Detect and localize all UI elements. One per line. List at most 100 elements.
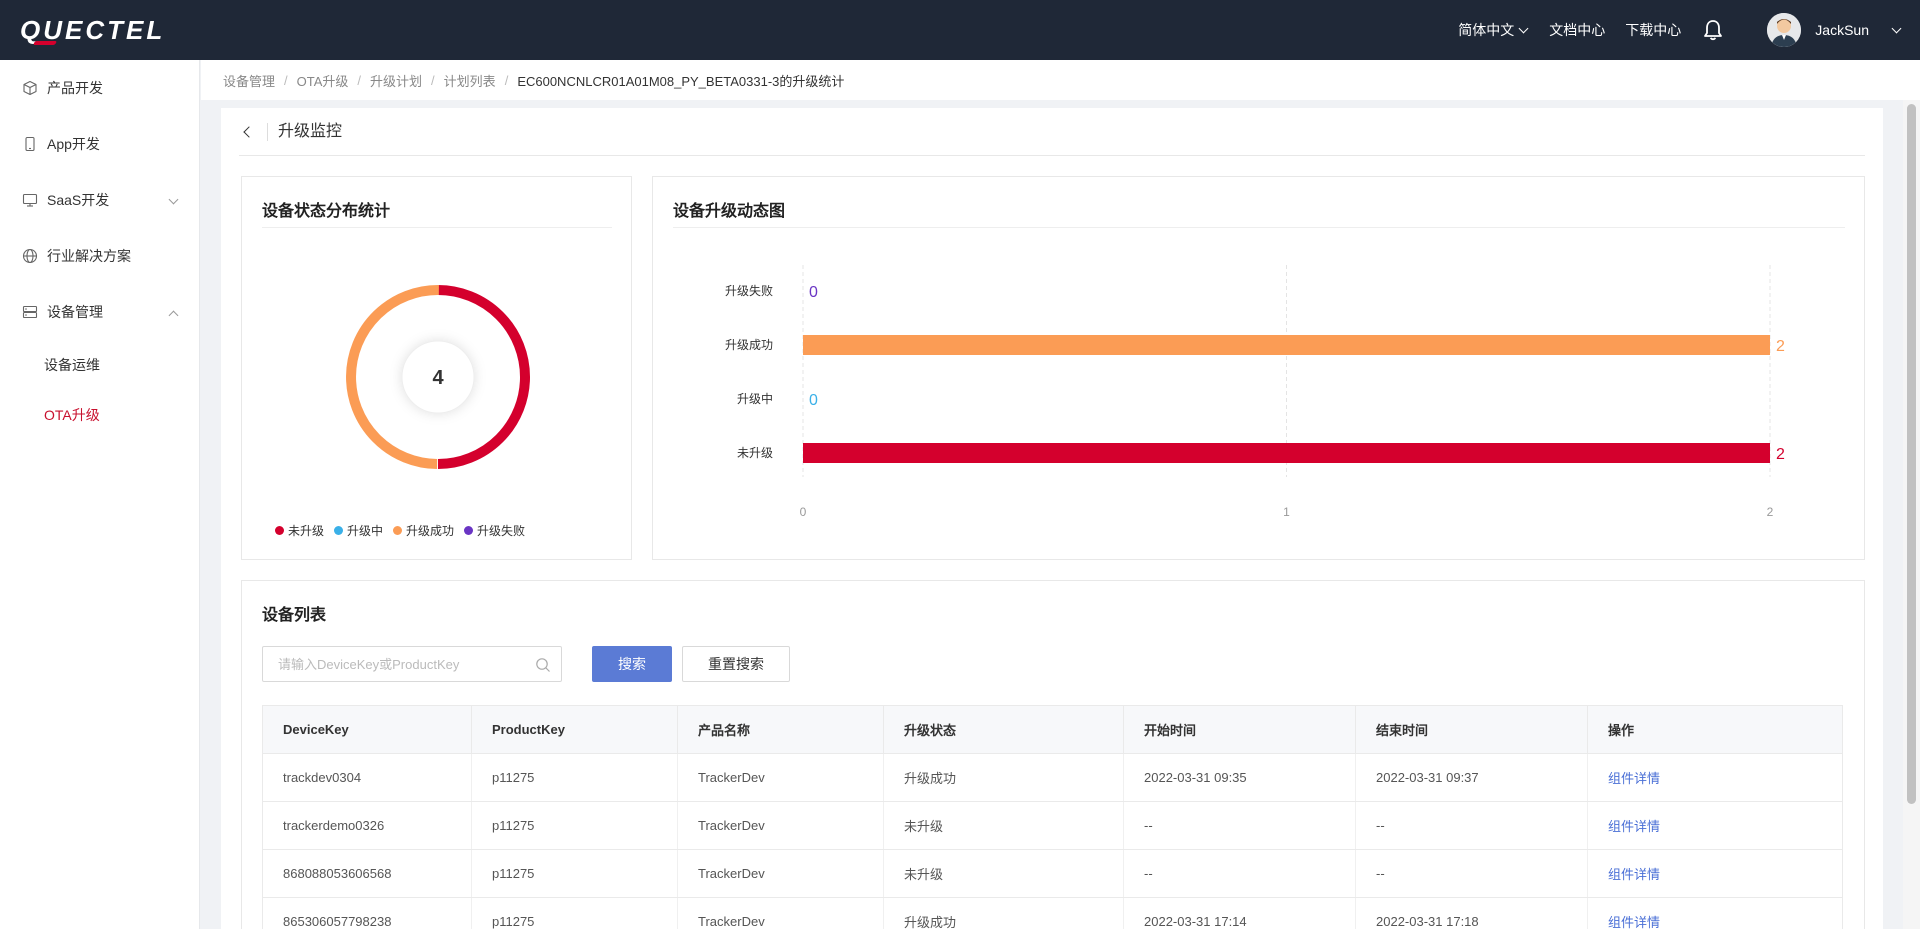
docs-center-link[interactable]: 文档中心 <box>1549 20 1605 40</box>
breadcrumb-item[interactable]: 计划列表 <box>444 71 496 90</box>
breadcrumb: 设备管理 / OTA升级 / 升级计划 / 计划列表 / EC600NCNLCR01A0… <box>201 60 1920 100</box>
bar-value-label: 2 <box>1776 338 1785 355</box>
sidebar-item-label: App开发 <box>47 136 100 152</box>
sidebar-item-industry-solutions[interactable]: 行业解决方案 <box>0 228 199 284</box>
legend-item[interactable]: 升级失败 <box>464 522 525 539</box>
sidebar-item-saas-dev[interactable]: SaaS开发 <box>0 172 199 228</box>
download-center-link[interactable]: 下载中心 <box>1625 20 1681 40</box>
legend-dot <box>275 526 284 535</box>
scrollbar-thumb[interactable] <box>1907 104 1916 804</box>
sidebar-subitem-label: 设备运维 <box>44 357 100 373</box>
cell-productkey: p11275 <box>471 849 678 898</box>
table-row: 868088053606568 p11275 TrackerDev 未升级 --… <box>262 849 1843 898</box>
legend-label: 升级失败 <box>477 524 526 538</box>
download-center-label: 下载中心 <box>1625 22 1682 38</box>
language-selector[interactable]: 简体中文 <box>1458 20 1529 40</box>
quectel-logo[interactable]: QUECTEL <box>20 15 165 46</box>
phone-icon <box>25 136 35 152</box>
page-scrollbar[interactable] <box>1903 100 1920 929</box>
sidebar-item-device-management[interactable]: 设备管理 <box>0 284 199 340</box>
bar-value-label: 2 <box>1776 446 1785 463</box>
username[interactable]: JackSun <box>1815 22 1869 38</box>
language-label: 简体中文 <box>1458 22 1515 38</box>
cell-start-time: -- <box>1123 849 1356 898</box>
sidebar-item-product-dev[interactable]: 产品开发 <box>0 60 199 116</box>
breadcrumb-separator: / <box>357 72 362 88</box>
logo-text: QUECTEL <box>20 14 166 45</box>
legend-item[interactable]: 未升级 <box>275 522 324 539</box>
sidebar-item-label: SaaS开发 <box>47 192 110 208</box>
column-header-product-name: 产品名称 <box>677 705 884 754</box>
category-label: 升级中 <box>737 391 773 406</box>
component-details-link[interactable]: 组件详情 <box>1608 819 1660 834</box>
component-details-link[interactable]: 组件详情 <box>1608 771 1660 786</box>
upgrade-bar-chart: 0 1 2 升级失败 0 升级成功 2 升级中 0 未升级 2 <box>725 265 1785 519</box>
server-icon <box>22 305 38 319</box>
monitor-icon <box>22 193 38 207</box>
column-header-productkey: ProductKey <box>471 705 678 754</box>
sidebar: 产品开发 App开发 SaaS开发 行业解决方案 设备管理 设备运维 OTA升级 <box>0 60 200 929</box>
breadcrumb-item[interactable]: 升级计划 <box>370 71 422 90</box>
notification-bell-icon[interactable] <box>1693 10 1733 50</box>
column-header-end-time: 结束时间 <box>1355 705 1588 754</box>
component-details-link[interactable]: 组件详情 <box>1608 867 1660 882</box>
search-field[interactable] <box>262 646 562 682</box>
legend-dot <box>393 526 403 535</box>
category-label: 升级失败 <box>725 283 773 298</box>
cell-status: 升级成功 <box>883 897 1124 929</box>
cell-productkey: p11275 <box>471 753 678 802</box>
cell-devicekey: 868088053606568 <box>262 849 472 898</box>
device-list-card: 设备列表 搜索 重置搜索 DeviceKey ProductKey 产品名称 升… <box>241 580 1865 929</box>
globe-icon <box>22 248 38 264</box>
sidebar-item-app-dev[interactable]: App开发 <box>0 116 199 172</box>
table-row: trackerdemo0326 p11275 TrackerDev 未升级 --… <box>262 801 1843 850</box>
cell-devicekey: trackerdemo0326 <box>262 801 472 850</box>
legend-item[interactable]: 升级中 <box>334 522 383 539</box>
component-details-link[interactable]: 组件详情 <box>1608 915 1660 929</box>
search-icon[interactable] <box>535 657 551 673</box>
table-row: trackdev0304 p11275 TrackerDev 升级成功 2022… <box>262 753 1843 802</box>
top-bar: QUECTEL 简体中文 文档中心 下载中心 JackSun <box>0 0 1920 60</box>
user-avatar[interactable] <box>1767 13 1802 47</box>
back-icon[interactable] <box>239 124 255 140</box>
search-button[interactable]: 搜索 <box>592 646 672 682</box>
legend-dot <box>464 526 474 535</box>
device-table: DeviceKey ProductKey 产品名称 升级状态 开始时间 结束时间… <box>262 705 1843 929</box>
docs-center-label: 文档中心 <box>1549 22 1606 38</box>
sidebar-subitem-ota-upgrade[interactable]: OTA升级 <box>0 390 199 440</box>
logo-swoosh <box>32 40 58 45</box>
chevron-up-icon <box>168 310 179 321</box>
cell-productkey: p11275 <box>471 897 678 929</box>
status-donut-chart: 4 <box>346 285 530 469</box>
chevron-down-icon <box>1518 23 1529 33</box>
category-label: 未升级 <box>737 446 773 460</box>
bar-未升级[interactable] <box>803 443 1770 463</box>
table-header-row: DeviceKey ProductKey 产品名称 升级状态 开始时间 结束时间… <box>262 705 1843 754</box>
sidebar-subitem-label: OTA升级 <box>44 407 100 423</box>
x-tick-label: 1 <box>1283 505 1290 519</box>
reset-search-button[interactable]: 重置搜索 <box>682 646 790 682</box>
cell-status: 未升级 <box>883 849 1124 898</box>
status-distribution-card: 设备状态分布统计 4 未升级 升级中 升级成功 升级失败 <box>241 176 632 560</box>
breadcrumb-item[interactable]: 设备管理 <box>223 71 275 90</box>
sidebar-item-label: 设备管理 <box>47 304 103 320</box>
cell-status: 升级成功 <box>883 753 1124 802</box>
user-menu-chevron-icon[interactable] <box>1891 23 1902 33</box>
donut-legend: 未升级 升级中 升级成功 升级失败 <box>275 522 535 539</box>
legend-label: 未升级 <box>288 524 325 538</box>
cell-start-time: 2022-03-31 09:35 <box>1123 753 1356 802</box>
column-header-actions: 操作 <box>1587 705 1843 754</box>
bar-升级成功[interactable] <box>803 335 1770 355</box>
search-input[interactable] <box>263 647 523 681</box>
sidebar-subitem-device-ops[interactable]: 设备运维 <box>0 340 199 390</box>
upgrade-dynamics-card: 设备升级动态图 0 1 2 升级失败 0 升级成功 2 升级中 0 未升级 2 <box>652 176 1865 560</box>
cell-productkey: p11275 <box>471 801 678 850</box>
cell-status: 未升级 <box>883 801 1124 850</box>
card-title: 设备列表 <box>262 607 327 624</box>
legend-label: 升级成功 <box>406 524 455 538</box>
x-tick-label: 0 <box>800 505 807 519</box>
breadcrumb-item[interactable]: OTA升级 <box>297 71 349 90</box>
cell-product-name: TrackerDev <box>677 897 884 929</box>
legend-dot <box>334 526 344 535</box>
legend-item[interactable]: 升级成功 <box>393 522 454 539</box>
